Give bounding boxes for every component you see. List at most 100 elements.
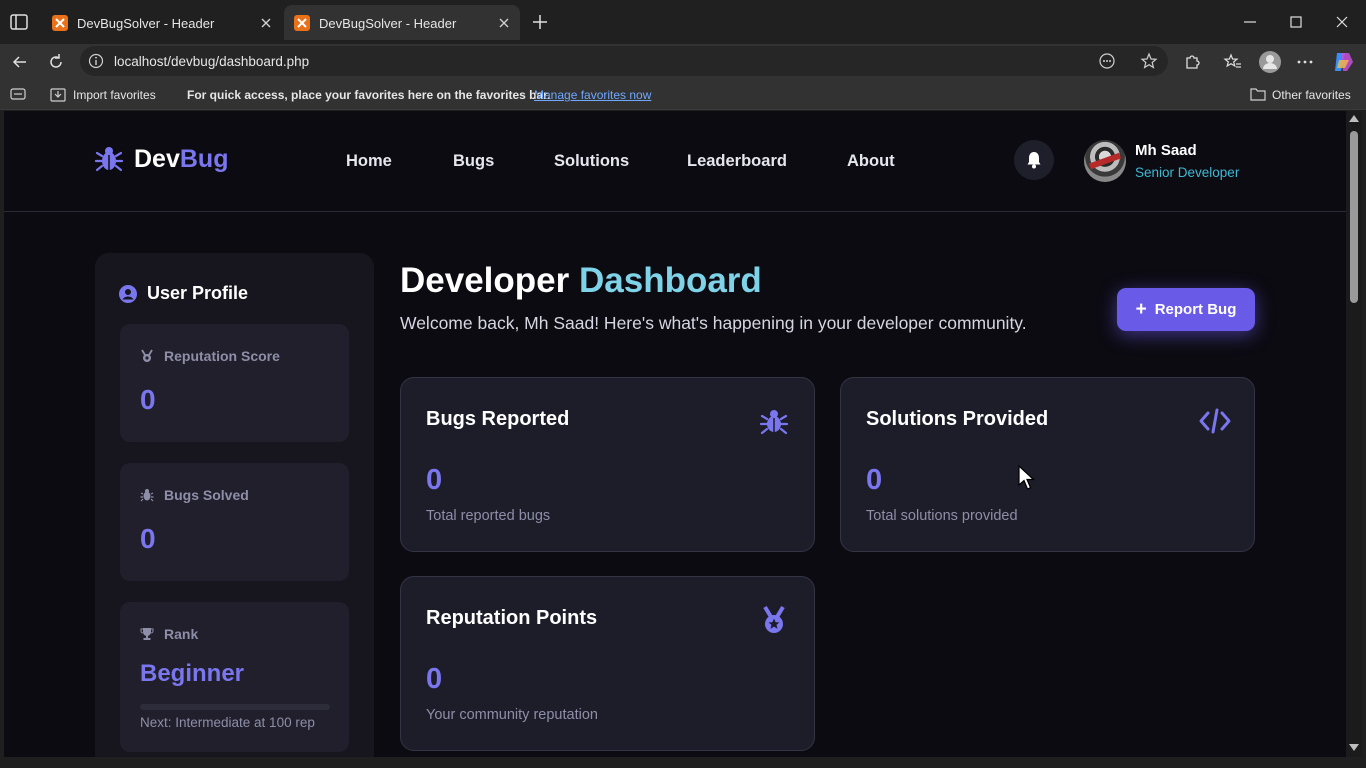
user-circle-icon <box>119 284 137 303</box>
folder-icon <box>1250 88 1266 101</box>
card-title: Bugs Reported <box>426 408 570 430</box>
card-title: Reputation Points <box>426 607 598 629</box>
bugs-solved-label-text: Bugs Solved <box>164 487 249 503</box>
url-text: localhost/devbug/dashboard.php <box>114 54 310 69</box>
address-bar[interactable]: localhost/devbug/dashboard.php <box>80 46 1168 76</box>
new-tab-icon[interactable] <box>530 12 550 32</box>
window-bottom-edge <box>0 757 1366 768</box>
profile-icon[interactable] <box>1258 50 1282 74</box>
close-window-icon[interactable] <box>1332 12 1352 32</box>
minimize-icon[interactable] <box>1240 12 1260 32</box>
solutions-provided-card[interactable]: Solutions Provided 0 Total solutions pro… <box>840 377 1255 552</box>
bug-icon <box>140 489 154 502</box>
medal-icon <box>763 605 785 633</box>
favorites-hint: For quick access, place your favorites h… <box>187 88 551 102</box>
card-title: Solutions Provided <box>866 408 1049 430</box>
browser-toolbar: localhost/devbug/dashboard.php <box>0 44 1366 79</box>
browser-tab-2[interactable]: DevBugSolver - Header <box>284 5 520 40</box>
reputation-points-card[interactable]: Reputation Points 0 Your community reput… <box>400 576 815 751</box>
reputation-label-text: Reputation Score <box>164 348 280 364</box>
avatar[interactable] <box>1084 140 1126 182</box>
bugs-reported-card[interactable]: Bugs Reported 0 Total reported bugs <box>400 377 815 552</box>
code-icon <box>1199 408 1231 434</box>
import-favorites-icon <box>50 88 66 102</box>
favorite-star-icon[interactable] <box>1140 52 1158 70</box>
back-icon[interactable] <box>10 52 30 72</box>
trophy-icon <box>140 628 154 640</box>
more-options-icon[interactable] <box>1295 52 1315 72</box>
report-bug-label: Report Bug <box>1154 301 1237 318</box>
welcome-message: Welcome back, Mh Saad! Here's what's hap… <box>400 313 1027 333</box>
notifications-button[interactable] <box>1014 140 1054 180</box>
site-info-icon[interactable] <box>88 53 104 69</box>
rank-label-text: Rank <box>164 626 199 642</box>
report-bug-button[interactable]: + Report Bug <box>1117 288 1255 331</box>
copilot-icon[interactable] <box>1331 50 1355 74</box>
card-value: 0 <box>426 464 443 496</box>
scrollbar-thumb[interactable] <box>1350 131 1358 303</box>
page-scrollbar[interactable] <box>1346 111 1362 757</box>
user-profile-heading: User Profile <box>119 283 248 304</box>
nav-leaderboard[interactable]: Leaderboard <box>687 152 787 171</box>
tab-actions-icon[interactable] <box>8 11 30 33</box>
plus-icon: + <box>1135 298 1147 320</box>
close-tab-icon[interactable] <box>258 15 274 31</box>
user-name: Mh Saad <box>1135 142 1197 159</box>
import-favorites-button[interactable]: Import favorites <box>73 88 156 102</box>
bug-logo-icon <box>94 147 124 172</box>
site-logo[interactable]: DevBug <box>94 144 228 174</box>
extensions-icon[interactable] <box>1182 52 1202 72</box>
tab-title: DevBugSolver - Header <box>319 16 457 31</box>
tab-title: DevBugSolver - Header <box>77 16 215 31</box>
nav-home[interactable]: Home <box>346 152 392 171</box>
logo-text-bug: Bug <box>179 144 229 173</box>
card-value: 0 <box>426 663 443 695</box>
card-subtitle: Total reported bugs <box>426 508 551 524</box>
reader-mode-icon[interactable] <box>1098 52 1116 70</box>
mouse-cursor-icon <box>1018 465 1036 490</box>
xampp-favicon-icon <box>294 15 310 31</box>
reading-view-icon[interactable] <box>10 88 26 100</box>
favorites-bar: Import favorites For quick access, place… <box>0 79 1366 110</box>
card-subtitle: Total solutions provided <box>866 508 1018 524</box>
maximize-icon[interactable] <box>1286 12 1306 32</box>
nav-bugs[interactable]: Bugs <box>453 152 494 171</box>
rank-card: Rank Beginner Next: Intermediate at 100 … <box>120 602 349 752</box>
bell-icon <box>1027 152 1041 169</box>
nav-solutions[interactable]: Solutions <box>554 152 629 171</box>
browser-tab-1[interactable]: DevBugSolver - Header <box>42 5 282 40</box>
user-profile-title: User Profile <box>147 283 249 303</box>
page-title-part2: Dashboard <box>578 261 762 300</box>
scroll-up-icon[interactable] <box>1349 115 1359 122</box>
xampp-favicon-icon <box>52 15 68 31</box>
rank-label: Rank <box>140 626 198 642</box>
user-profile-panel: User Profile Reputation Score 0 Bugs Sol… <box>95 253 374 757</box>
card-subtitle: Your community reputation <box>426 707 598 723</box>
award-icon <box>141 349 153 362</box>
site-logo-text: DevBug <box>134 145 228 174</box>
page-title-part1: Developer <box>400 261 570 300</box>
bugs-solved-card: Bugs Solved 0 <box>120 463 349 581</box>
logo-text-dev: Dev <box>134 144 180 173</box>
close-tab-icon[interactable] <box>496 15 512 31</box>
reputation-score-label: Reputation Score <box>140 348 280 364</box>
rank-progress-bar <box>140 704 330 710</box>
next-rank-text: Next: Intermediate at 100 rep <box>140 715 315 730</box>
other-favorites-button[interactable]: Other favorites <box>1272 88 1351 102</box>
refresh-icon[interactable] <box>46 52 66 72</box>
scroll-down-icon[interactable] <box>1349 744 1359 751</box>
manage-favorites-link[interactable]: Manage favorites now <box>534 88 651 102</box>
user-role: Senior Developer <box>1135 165 1240 180</box>
card-value: 0 <box>866 464 883 496</box>
reputation-score-card: Reputation Score 0 <box>120 324 349 442</box>
bugs-solved-label: Bugs Solved <box>140 487 249 503</box>
page-title: Developer Dashboard <box>400 261 762 301</box>
bug-icon <box>759 410 789 435</box>
rank-value: Beginner <box>140 660 245 687</box>
reputation-score-value: 0 <box>140 384 156 415</box>
bugs-solved-value: 0 <box>140 523 156 554</box>
favorites-icon[interactable] <box>1223 52 1243 72</box>
nav-about[interactable]: About <box>847 152 895 171</box>
site-header: DevBug Home Bugs Solutions Leaderboard A… <box>4 111 1346 212</box>
browser-tab-bar: DevBugSolver - Header DevBugSolver - Hea… <box>0 0 1366 44</box>
